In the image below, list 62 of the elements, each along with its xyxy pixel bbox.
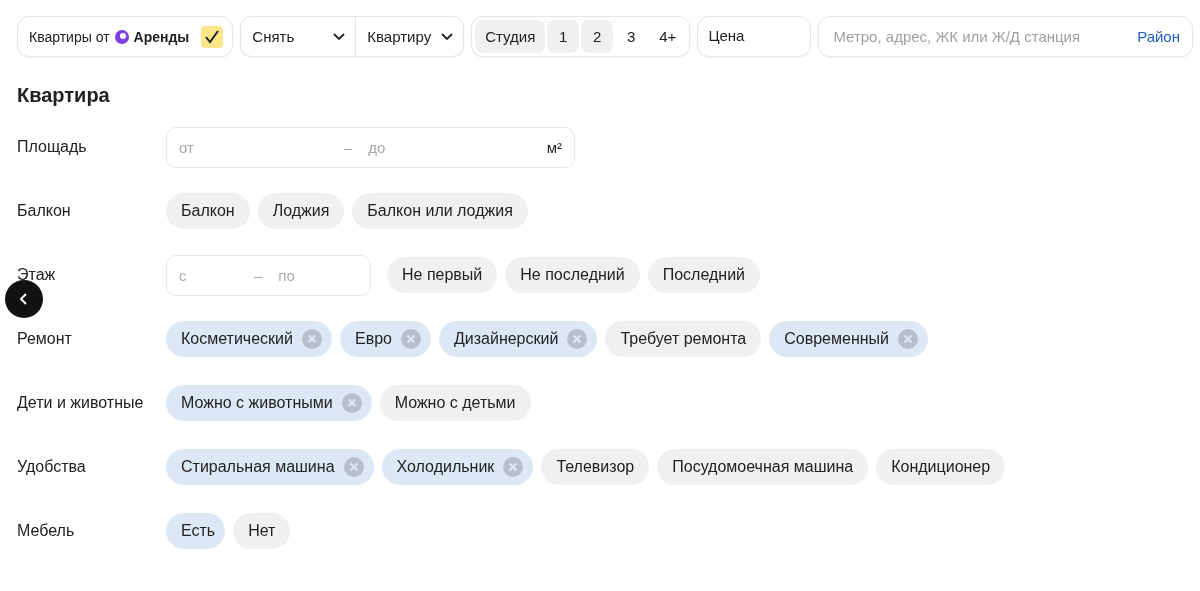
from-placeholder: с	[179, 266, 188, 284]
remove-icon[interactable]	[567, 329, 588, 349]
type-dropdown[interactable]: Квартиру	[355, 17, 464, 56]
room-option[interactable]: 1	[547, 20, 580, 53]
filter-chip[interactable]: Кондиционер	[876, 449, 1006, 485]
filter-chip[interactable]: Холодильник	[381, 449, 534, 485]
to-placeholder: до	[368, 138, 386, 156]
section-title: Квартира	[17, 84, 111, 107]
filter-chip[interactable]: Можно с детьми	[379, 385, 531, 421]
price-field[interactable]: Цена	[697, 16, 812, 57]
arenda-toggle[interactable]: Квартиры от Аренды	[17, 16, 234, 57]
from-placeholder: от	[179, 138, 195, 156]
filter-label: Площадь	[17, 138, 88, 156]
remove-icon[interactable]	[341, 393, 362, 413]
remove-icon[interactable]	[400, 329, 421, 349]
unit-label: м²	[546, 138, 562, 156]
remove-icon[interactable]	[898, 329, 918, 349]
filter-label: Балкон	[17, 202, 72, 220]
chevron-left-icon	[19, 292, 29, 306]
remove-icon[interactable]	[343, 457, 364, 477]
arenda-label: Квартиры от	[29, 28, 110, 45]
deal-dropdown[interactable]: Снять	[241, 17, 356, 56]
district-link[interactable]: Район	[1137, 28, 1180, 45]
filter-chip[interactable]: Последний	[647, 257, 760, 293]
caret-icon	[441, 32, 454, 41]
filter-chip[interactable]: Не последний	[505, 257, 640, 293]
range-field[interactable]: от – до м²	[166, 126, 575, 168]
filter-chip[interactable]: Есть	[166, 513, 226, 549]
filter-chip[interactable]: Дизайнерский	[438, 321, 598, 357]
search-field[interactable]: Метро, адрес, ЖК или Ж/Д станция Район	[818, 16, 1193, 57]
dash: –	[344, 138, 353, 156]
filter-label: Этаж	[17, 266, 57, 284]
caret-icon	[333, 32, 346, 41]
filter-chip[interactable]: Балкон	[166, 193, 250, 229]
back-button[interactable]	[5, 280, 43, 318]
filter-chip[interactable]: Стиральная машина	[166, 449, 374, 485]
filter-chip[interactable]: Нет	[233, 513, 291, 549]
room-option[interactable]: Студия	[475, 20, 546, 53]
filter-chip[interactable]: Балкон или лоджия	[352, 193, 528, 229]
dash: –	[254, 266, 263, 284]
filter-chip[interactable]: Современный	[769, 321, 928, 357]
room-option[interactable]: 3	[615, 20, 648, 53]
filter-label: Мебель	[17, 522, 76, 540]
filter-chip[interactable]: Не первый	[387, 257, 498, 293]
brand-logo-icon	[113, 28, 130, 45]
filter-chip[interactable]: Требует ремонта	[605, 321, 762, 357]
room-option[interactable]: 2	[581, 20, 614, 53]
checkbox[interactable]	[201, 25, 224, 48]
filter-chip[interactable]: Телевизор	[541, 449, 650, 485]
brand-name: Аренды	[133, 28, 190, 45]
filter-chip[interactable]: Косметический	[166, 321, 332, 357]
filter-chip[interactable]: Евро	[339, 321, 431, 357]
filter-label: Дети и животные	[17, 394, 145, 412]
remove-icon[interactable]	[503, 457, 524, 477]
room-option[interactable]: 4+	[649, 20, 687, 53]
filter-chip[interactable]: Посудомоечная машина	[657, 449, 869, 485]
remove-icon[interactable]	[301, 329, 322, 349]
filter-chip[interactable]: Можно с животными	[166, 385, 372, 421]
to-placeholder: по	[278, 266, 295, 284]
filter-chip[interactable]: Лоджия	[257, 193, 345, 229]
filter-label: Удобства	[17, 458, 87, 476]
filter-label: Ремонт	[17, 330, 73, 348]
